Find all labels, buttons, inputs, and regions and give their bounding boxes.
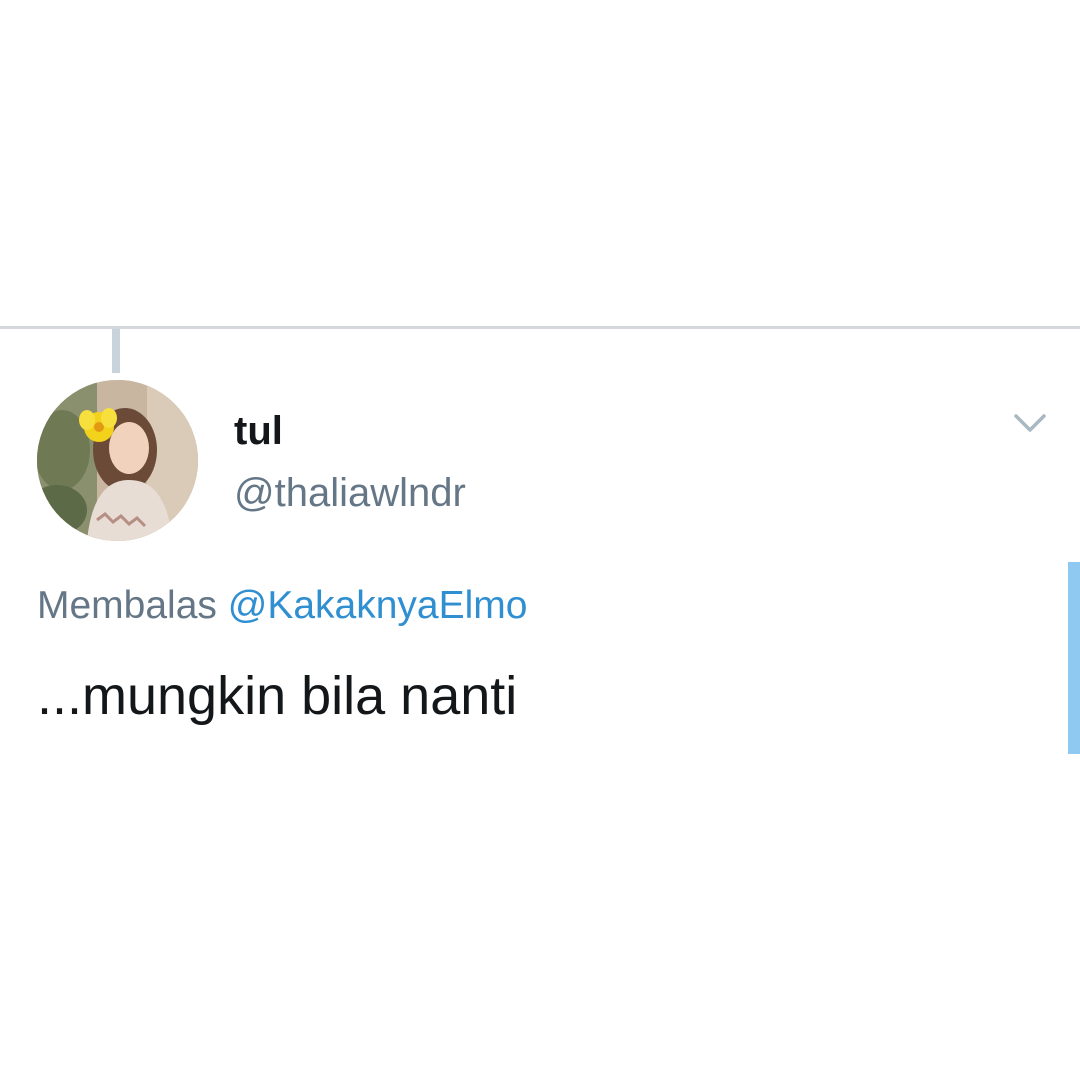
tweet-text: ...mungkin bila nanti — [37, 666, 518, 726]
thread-connector-line — [112, 329, 120, 373]
scroll-indicator[interactable] — [1068, 562, 1080, 754]
avatar[interactable] — [37, 380, 198, 541]
reply-prefix: Membalas — [37, 584, 217, 627]
reply-mention-link[interactable]: @KakaknyaElmo — [228, 584, 528, 627]
reply-context: Membalas @KakaknyaElmo — [37, 583, 527, 629]
display-name[interactable]: tul — [234, 408, 283, 454]
chevron-down-icon[interactable] — [1010, 406, 1050, 442]
avatar-photo — [37, 380, 198, 541]
tweet-screenshot: tul @thaliawlndr Membalas @KakaknyaElmo … — [0, 0, 1080, 1080]
divider — [0, 326, 1080, 329]
user-handle[interactable]: @thaliawlndr — [234, 470, 466, 516]
